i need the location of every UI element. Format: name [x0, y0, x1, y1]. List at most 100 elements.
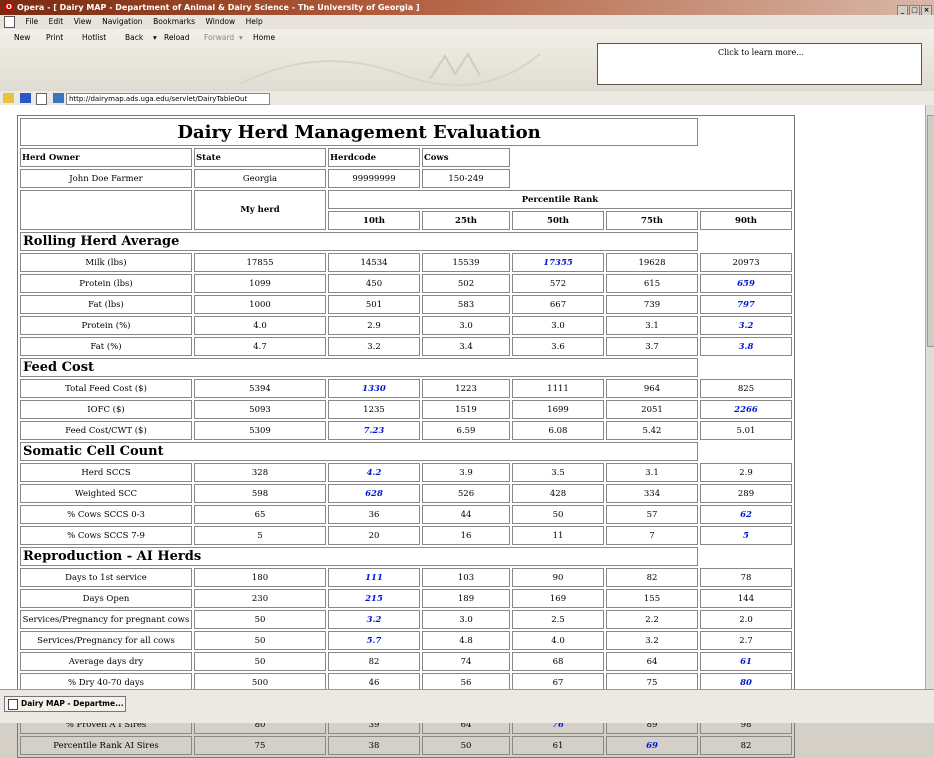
percentile-value: 82 [606, 568, 698, 587]
table-row: Protein (lbs) 1099 450 502 572 615 659 [20, 274, 792, 293]
herdcode-value: 99999999 [328, 169, 420, 188]
closest-percentile-value: 215 [365, 593, 383, 604]
percentile-90th-header: 90th [700, 211, 792, 230]
new-button[interactable]: New [14, 33, 30, 42]
my-herd-value: 5309 [194, 421, 326, 440]
my-herd-value: 1099 [194, 274, 326, 293]
percentile-value: 20 [328, 526, 420, 545]
menu-bookmarks[interactable]: Bookmarks [149, 15, 199, 29]
percentile-value: 50 [512, 505, 604, 524]
percentile-value: 2.5 [512, 610, 604, 629]
document-icon [4, 16, 15, 28]
herd-evaluation-table: Dairy Herd Management Evaluation Herd Ow… [17, 115, 795, 758]
percentile-value: 964 [606, 379, 698, 398]
percentile-value: 61 [512, 736, 604, 755]
scrollbar-thumb[interactable] [927, 115, 934, 347]
document-icon [8, 699, 18, 710]
closest-percentile-value: 628 [365, 488, 383, 499]
security-icon[interactable] [19, 93, 31, 103]
table-row: IOFC ($) 5093 1235 1519 1699 2051 2266 [20, 400, 792, 419]
percentile-value: 2.0 [700, 610, 792, 629]
percentile-value: 3.6 [512, 337, 604, 356]
row-label: Weighted SCC [20, 484, 192, 503]
menu-edit[interactable]: Edit [45, 15, 68, 29]
percentile-value: 2.9 [700, 463, 792, 482]
forward-dropdown-icon[interactable]: ▾ [239, 33, 243, 42]
my-herd-value: 328 [194, 463, 326, 482]
percentile-value: 50 [422, 736, 510, 755]
percentile-value: 36 [328, 505, 420, 524]
reload-button[interactable]: Reload [164, 33, 190, 42]
home-button[interactable]: Home [253, 33, 275, 42]
forward-button[interactable]: Forward [204, 33, 234, 42]
row-label: Milk (lbs) [20, 253, 192, 272]
cows-label: Cows [422, 148, 510, 167]
table-row: Days to 1st service 180 111 103 90 82 78 [20, 568, 792, 587]
closest-percentile-value: 3.8 [738, 341, 754, 352]
percentile-value: 14534 [328, 253, 420, 272]
menu-file[interactable]: File [22, 15, 43, 29]
percentile-value: 502 [422, 274, 510, 293]
percentile-value: 2.9 [328, 316, 420, 335]
vertical-scrollbar[interactable] [925, 105, 934, 689]
my-herd-value: 230 [194, 589, 326, 608]
menu-navigation[interactable]: Navigation [98, 15, 146, 29]
percentile-value: 19628 [606, 253, 698, 272]
panel-icon[interactable] [52, 93, 64, 103]
closest-percentile-value: 69 [646, 740, 658, 751]
report-title: Dairy Herd Management Evaluation [20, 118, 698, 146]
closest-percentile-value: 2266 [734, 404, 758, 415]
table-row: Services/Pregnancy for all cows 50 5.7 4.8 4… [20, 631, 792, 650]
back-button[interactable]: Back [125, 33, 143, 42]
percentile-value: 2.7 [700, 631, 792, 650]
status-bar: Dairy MAP - Departme... [0, 689, 934, 723]
percentile-value: 57 [606, 505, 698, 524]
percentile-value: 17355 [512, 253, 604, 272]
advertisement-banner[interactable]: Click to learn more... [597, 43, 922, 85]
percentile-value: 44 [422, 505, 510, 524]
percentile-value: 428 [512, 484, 604, 503]
percentile-value: 334 [606, 484, 698, 503]
back-dropdown-icon[interactable]: ▾ [153, 33, 157, 42]
table-row: Fat (%) 4.7 3.2 3.4 3.6 3.7 3.8 [20, 337, 792, 356]
percentile-value: 615 [606, 274, 698, 293]
page-tab-label: Dairy MAP - Departme... [21, 699, 124, 708]
my-herd-value: 1000 [194, 295, 326, 314]
row-label: Fat (%) [20, 337, 192, 356]
closest-percentile-value: 5.7 [366, 635, 382, 646]
table-row: Percentile Rank AI Sires 75 38 50 61 69 82 [20, 736, 792, 755]
page-tab-button[interactable]: Dairy MAP - Departme... [4, 696, 126, 712]
print-button[interactable]: Print [46, 33, 63, 42]
section-header: Somatic Cell Count [20, 442, 698, 461]
page-icon[interactable] [36, 93, 48, 105]
percentile-value: 69 [606, 736, 698, 755]
menu-window[interactable]: Window [202, 15, 240, 29]
menu-view[interactable]: View [70, 15, 96, 29]
hotlist-button[interactable]: Hotlist [82, 33, 106, 42]
percentile-value: 1519 [422, 400, 510, 419]
bookmark-icon[interactable] [3, 93, 14, 103]
url-input[interactable]: http://dairymap.ads.uga.edu/servlet/Dair… [66, 93, 270, 105]
percentile-value: 797 [700, 295, 792, 314]
percentile-value: 90 [512, 568, 604, 587]
percentile-value: 16 [422, 526, 510, 545]
state-label: State [194, 148, 326, 167]
address-bar: http://dairymap.ads.uga.edu/servlet/Dair… [0, 91, 934, 105]
closest-percentile-value: 1330 [362, 383, 386, 394]
closest-percentile-value: 797 [737, 299, 755, 310]
my-herd-value: 4.0 [194, 316, 326, 335]
row-label: Herd SCCS [20, 463, 192, 482]
percentile-value: 572 [512, 274, 604, 293]
menu-bar: File Edit View Navigation Bookmarks Wind… [0, 15, 934, 29]
percentile-10th-header: 10th [328, 211, 420, 230]
closest-percentile-value: 111 [365, 572, 383, 583]
percentile-value: 289 [700, 484, 792, 503]
menu-help[interactable]: Help [242, 15, 267, 29]
percentile-value: 11 [512, 526, 604, 545]
percentile-value: 667 [512, 295, 604, 314]
row-label: Feed Cost/CWT ($) [20, 421, 192, 440]
percentile-value: 155 [606, 589, 698, 608]
my-herd-header: My herd [194, 190, 326, 230]
row-label: Protein (%) [20, 316, 192, 335]
percentile-value: 3.0 [422, 316, 510, 335]
